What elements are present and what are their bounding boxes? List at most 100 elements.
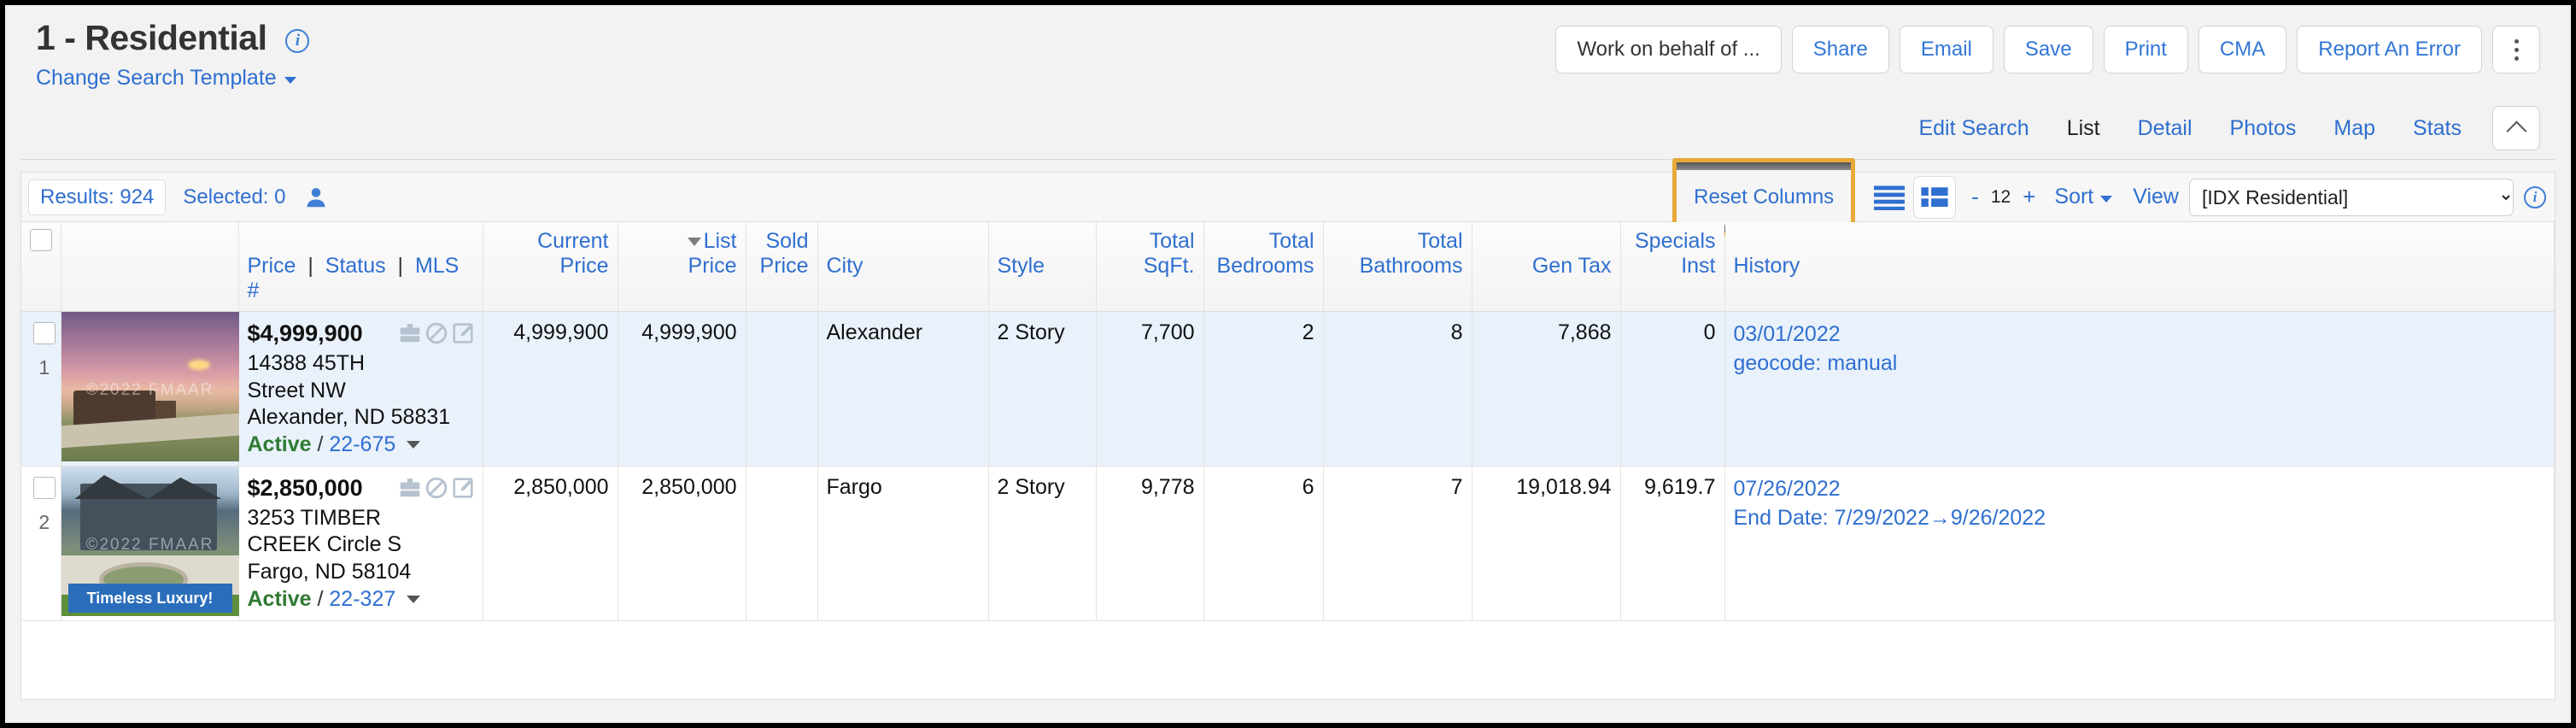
report-an-error-button[interactable]: Report An Error bbox=[2297, 26, 2482, 73]
city-cell: Fargo bbox=[817, 466, 989, 621]
row-number: 1 bbox=[38, 356, 50, 379]
edit-note-icon[interactable] bbox=[452, 477, 474, 505]
save-button[interactable]: Save bbox=[2003, 26, 2093, 73]
work-on-behalf-button[interactable]: Work on behalf of ... bbox=[1555, 26, 1782, 73]
status-mls-line: Active / 22-327 bbox=[248, 587, 474, 612]
selected-count-label[interactable]: Selected: 0 bbox=[183, 185, 285, 209]
more-vertical-icon[interactable] bbox=[2492, 26, 2540, 73]
person-icon[interactable] bbox=[303, 185, 329, 210]
specials-inst-header[interactable]: Specials Inst bbox=[1620, 222, 1725, 313]
sold-price-header[interactable]: Sold Price bbox=[746, 222, 818, 313]
row-select-cell: 1 bbox=[21, 311, 61, 467]
total-bathrooms-header[interactable]: Total Bathrooms bbox=[1323, 222, 1472, 313]
reset-columns-button[interactable]: Reset Columns bbox=[1677, 185, 1851, 209]
results-count-button[interactable]: Results: 924 bbox=[28, 179, 167, 215]
history-note[interactable]: End Date: 7/29/2022→9/26/2022 bbox=[1734, 504, 2546, 533]
zoom-in-button[interactable]: + bbox=[2023, 184, 2035, 210]
price-status-mls-header: . Price | Status | MLS # bbox=[238, 222, 483, 313]
history-cell: 03/01/2022 geocode: manual bbox=[1724, 311, 2555, 467]
chevron-down-icon[interactable] bbox=[407, 441, 421, 449]
view-tabs: Edit Search List Detail Photos Map Stats bbox=[1900, 106, 2540, 150]
view-info-icon[interactable]: i bbox=[2524, 185, 2546, 208]
listing-photo[interactable]: ©2022 FMAAR Timeless Luxury! bbox=[61, 467, 239, 616]
table-row[interactable]: 2 ©2022 FMAAR Timeless Luxury! $2,850,00… bbox=[21, 466, 2555, 621]
tab-photos[interactable]: Photos bbox=[2211, 116, 2315, 141]
listing-photo-cell[interactable]: ©2022 FMAAR Timeless Luxury! bbox=[61, 466, 239, 621]
address-line-2: CREEK Circle S bbox=[247, 532, 402, 557]
briefcase-icon[interactable] bbox=[399, 477, 421, 505]
total-bathrooms-cell: 7 bbox=[1323, 466, 1472, 621]
price-status-mls-cell: $4,999,900 14388 45TH Street NW Alexande… bbox=[238, 311, 483, 467]
tab-list[interactable]: List bbox=[2048, 116, 2119, 141]
table-header-row: . Price | Status | MLS # Current Price bbox=[21, 222, 2555, 313]
zoom-out-button[interactable]: - bbox=[1971, 184, 1979, 210]
page-title: 1 - Residential bbox=[36, 18, 267, 57]
listing-photo[interactable]: ©2022 FMAAR bbox=[61, 312, 239, 462]
list-price-header[interactable]: List Price bbox=[618, 222, 746, 313]
no-entry-icon[interactable] bbox=[425, 477, 448, 505]
style-cell: 2 Story bbox=[988, 466, 1097, 621]
gen-tax-cell: 7,868 bbox=[1472, 311, 1621, 467]
address-line-3: Alexander, ND 58831 bbox=[247, 404, 451, 429]
view-select[interactable]: [IDX Residential] bbox=[2189, 178, 2514, 216]
edit-note-icon[interactable] bbox=[452, 322, 474, 350]
tab-detail[interactable]: Detail bbox=[2119, 116, 2211, 141]
style-cell: 2 Story bbox=[988, 311, 1097, 467]
listing-price: $4,999,900 bbox=[247, 320, 363, 347]
row-checkbox[interactable] bbox=[32, 477, 56, 499]
current-price-header[interactable]: Current Price bbox=[483, 222, 618, 313]
price-header-link[interactable]: Price bbox=[248, 254, 296, 278]
status-header-link[interactable]: Status bbox=[325, 254, 386, 278]
cma-button[interactable]: CMA bbox=[2198, 26, 2287, 73]
list-price-cell: 4,999,900 bbox=[618, 311, 746, 467]
tab-edit-search[interactable]: Edit Search bbox=[1900, 116, 2047, 141]
row-select-cell: 2 bbox=[21, 466, 61, 621]
listing-photo-cell[interactable]: ©2022 FMAAR bbox=[61, 311, 239, 467]
city-header[interactable]: . City bbox=[817, 222, 989, 313]
info-icon[interactable]: i bbox=[285, 28, 310, 53]
sort-desc-icon bbox=[687, 238, 701, 246]
total-sqft-cell: 9,778 bbox=[1096, 466, 1204, 621]
tab-stats[interactable]: Stats bbox=[2394, 116, 2480, 141]
history-date[interactable]: 03/01/2022 bbox=[1734, 320, 2546, 349]
table-row[interactable]: 1 ©2022 FMAAR $4,999,900 14388 45TH Stre… bbox=[21, 311, 2555, 467]
list-view-icon[interactable] bbox=[1871, 179, 1908, 216]
photo-header bbox=[61, 222, 239, 313]
address-line-1: 3253 TIMBER bbox=[247, 506, 382, 530]
share-button[interactable]: Share bbox=[1791, 26, 1889, 73]
grid-view-icon[interactable] bbox=[1913, 175, 1957, 219]
chevron-down-icon[interactable] bbox=[407, 595, 421, 603]
mls-number-link[interactable]: 22-327 bbox=[329, 587, 395, 611]
select-all-checkbox[interactable] bbox=[30, 229, 52, 251]
history-header[interactable]: . History bbox=[1724, 222, 2555, 313]
sold-price-cell bbox=[746, 311, 818, 467]
briefcase-icon[interactable] bbox=[399, 322, 421, 350]
history-date[interactable]: 07/26/2022 bbox=[1734, 475, 2546, 504]
row-number: 2 bbox=[38, 511, 50, 533]
view-label: View bbox=[2133, 185, 2179, 208]
history-cell: 07/26/2022 End Date: 7/29/2022→9/26/2022 bbox=[1724, 466, 2555, 621]
address-line-1: 14388 45TH bbox=[247, 351, 366, 376]
history-note[interactable]: geocode: manual bbox=[1734, 349, 2546, 379]
print-button[interactable]: Print bbox=[2103, 26, 2188, 73]
total-sqft-header[interactable]: Total SqFt. bbox=[1096, 222, 1204, 313]
no-entry-icon[interactable] bbox=[425, 322, 448, 350]
mls-number-link[interactable]: 22-675 bbox=[329, 432, 395, 456]
style-header[interactable]: . Style bbox=[988, 222, 1097, 313]
row-checkbox[interactable] bbox=[32, 322, 56, 345]
gen-tax-cell: 19,018.94 bbox=[1472, 466, 1621, 621]
zoom-control: - 12 + bbox=[1971, 184, 2035, 210]
app-window: 1 - Residential i Change Search Template… bbox=[5, 5, 2571, 723]
tab-map[interactable]: Map bbox=[2315, 116, 2394, 141]
total-bedrooms-header[interactable]: Total Bedrooms bbox=[1203, 222, 1324, 313]
collapse-panel-button[interactable] bbox=[2492, 106, 2540, 150]
sold-price-cell bbox=[746, 466, 818, 621]
change-search-template-link[interactable]: Change Search Template bbox=[36, 66, 296, 91]
gen-tax-header[interactable]: . Gen Tax bbox=[1472, 222, 1621, 313]
total-sqft-cell: 7,700 bbox=[1096, 311, 1204, 467]
status-badge: Active bbox=[247, 432, 312, 456]
email-button[interactable]: Email bbox=[1899, 26, 1993, 73]
photo-banner: Timeless Luxury! bbox=[67, 584, 232, 613]
sort-button[interactable]: Sort bbox=[2054, 185, 2113, 209]
change-search-template-label: Change Search Template bbox=[36, 66, 277, 91]
